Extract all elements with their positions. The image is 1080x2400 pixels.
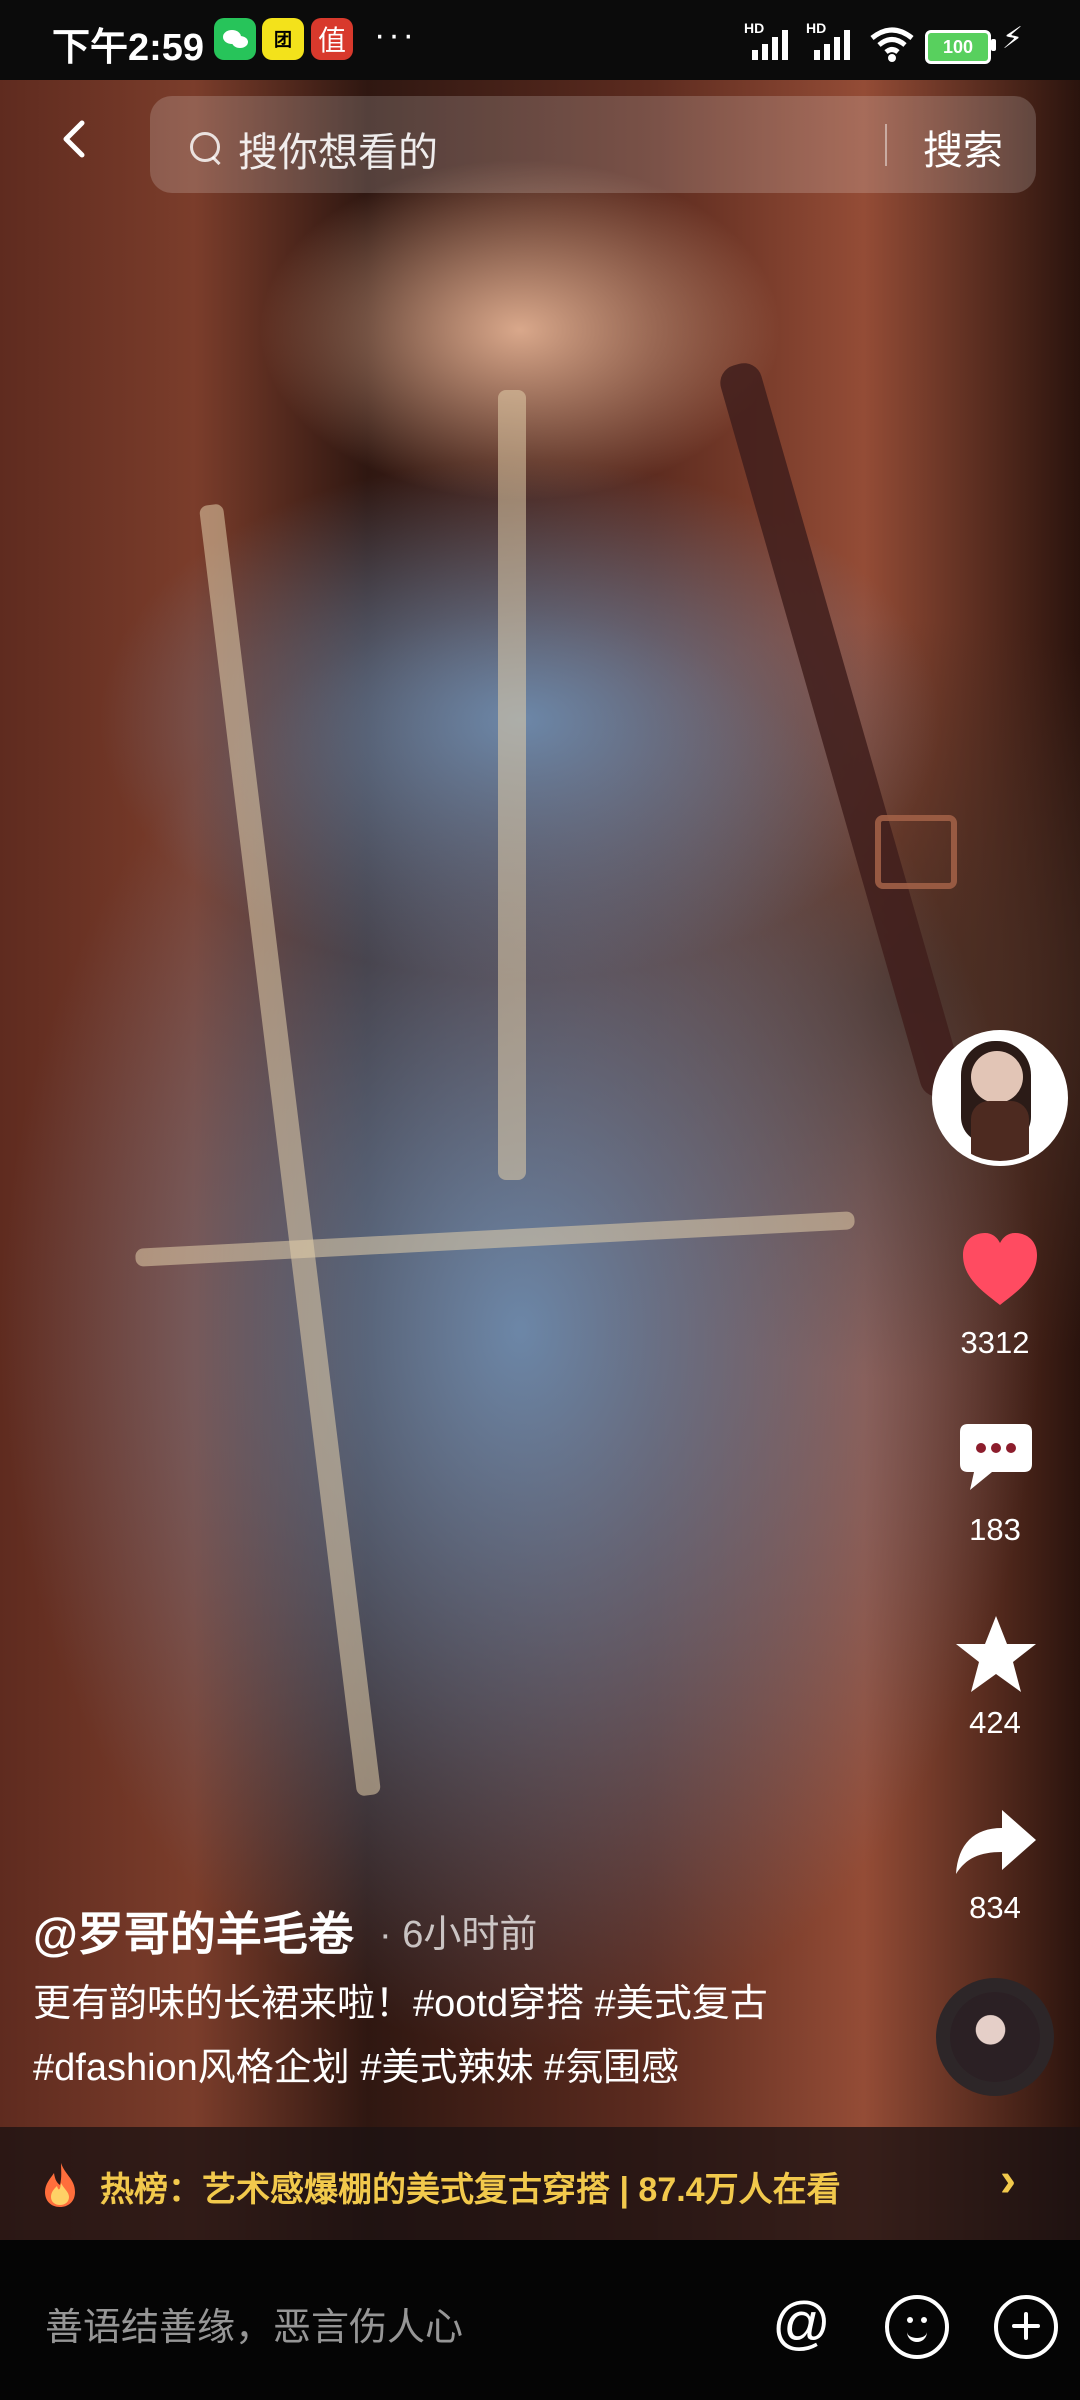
emoji-icon[interactable] (885, 2295, 949, 2359)
top-bar: 搜你想看的 搜索 (0, 80, 1080, 210)
wifi-icon (870, 27, 914, 62)
chevron-right-icon: › (1000, 2154, 1016, 2207)
charging-icon: ⚡ (1002, 22, 1024, 55)
emoji-smile (907, 2328, 927, 2342)
app-yellow-icon: 团 (262, 18, 304, 60)
battery-tip (991, 39, 996, 51)
search-icon (190, 132, 220, 162)
caption-text[interactable]: 更有韵味的长裙来啦！#ootd穿搭 #美式复古 #dfashion风格企划 #美… (33, 1972, 853, 2100)
creator-avatar[interactable] (932, 1030, 1068, 1166)
music-cover-image (950, 1992, 1040, 2082)
favorites-count: 424 (969, 1705, 1021, 1740)
search-input[interactable]: 搜你想看的 搜索 (150, 96, 1036, 193)
app-badge-text: 值 (317, 25, 346, 56)
hot-list-text: 热榜：艺术感爆棚的美式复古穿搭 | 87.4万人在看 (100, 2171, 841, 2209)
caption-time: · 6小时前 (379, 1914, 538, 1956)
back-button[interactable] (52, 115, 100, 163)
plus-icon[interactable] (994, 2295, 1058, 2359)
denim-seam-center (498, 390, 526, 1180)
caption-author[interactable]: @罗哥的羊毛卷 (33, 1898, 354, 1964)
avatar-face (971, 1051, 1023, 1103)
search-button[interactable]: 搜索 (923, 118, 1003, 176)
battery-icon: 100 (925, 30, 991, 64)
status-time: 下午2:59 (52, 27, 205, 69)
comments-count: 183 (969, 1512, 1021, 1547)
heart-icon[interactable] (955, 1225, 1045, 1315)
fire-icon (45, 2163, 75, 2207)
hot-list-banner[interactable]: 热榜：艺术感爆棚的美式复古穿搭 | 87.4万人在看 › (0, 2127, 1080, 2240)
at-icon[interactable]: @ (772, 2290, 831, 2357)
comment-input[interactable]: 善语结善缘，恶言伤人心 (45, 2296, 463, 2351)
status-more-icon: ··· (374, 16, 417, 54)
denim-seam-left (198, 503, 382, 1797)
music-disc[interactable] (936, 1978, 1054, 2096)
bag-strap (716, 358, 966, 1102)
app-red-icon: 值 (311, 18, 353, 60)
battery-level: 100 (942, 36, 974, 57)
search-placeholder: 搜你想看的 (238, 131, 438, 175)
wechat-icon (214, 18, 256, 60)
comment-icon[interactable] (950, 1420, 1042, 1500)
share-icon[interactable] (950, 1802, 1042, 1882)
avatar-dress (971, 1101, 1029, 1161)
bag-buckle (875, 815, 957, 889)
denim-waistband (135, 1211, 855, 1267)
comment-bar: 善语结善缘，恶言伤人心 @ (0, 2240, 1080, 2400)
likes-count: 3312 (960, 1325, 1030, 1360)
status-bar: 下午2:59 团 值 ··· HD HD 100 ⚡ (0, 0, 1080, 80)
search-divider (885, 124, 887, 166)
star-icon[interactable] (950, 1610, 1042, 1700)
shares-count: 834 (969, 1890, 1021, 1925)
